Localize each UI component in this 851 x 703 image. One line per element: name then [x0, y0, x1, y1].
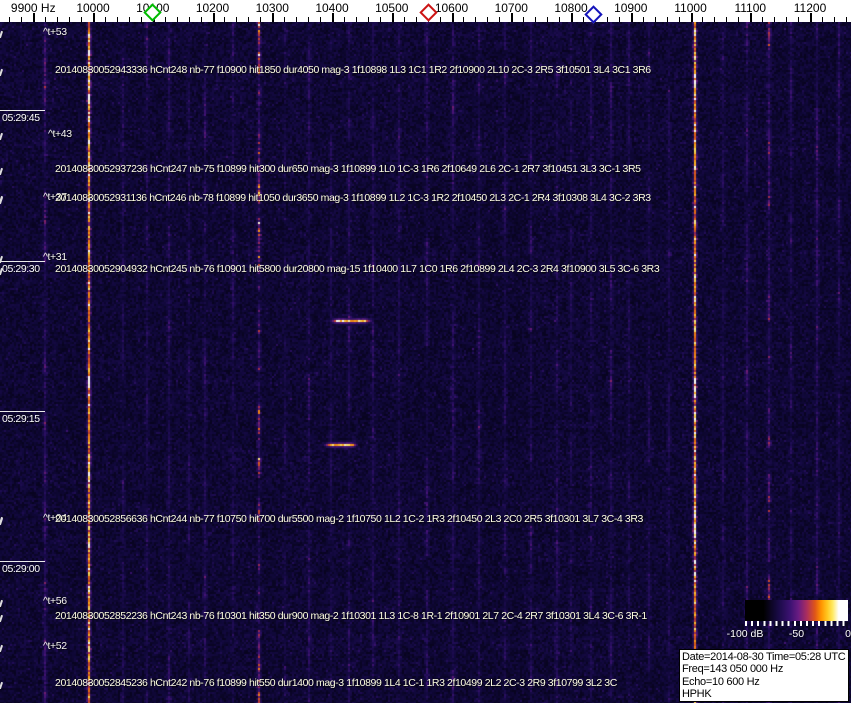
freq-tick: [403, 17, 405, 22]
freq-tick: [666, 17, 668, 22]
freq-tick: [523, 17, 525, 22]
freq-tick: [81, 17, 83, 22]
freq-label: 10900: [614, 1, 648, 15]
info-freq: Freq=143 050 000 Hz: [682, 663, 784, 676]
freq-tick: [355, 17, 357, 22]
freq-tick: [547, 17, 549, 22]
spectrogram-app: 9900 Hz100001010010200103001040010500106…: [0, 0, 851, 703]
info-box: Date=2014-08-30 Time=05:28 UTC Freq=143 …: [679, 649, 849, 702]
freq-tick: [798, 17, 800, 22]
freq-tick: [714, 17, 716, 22]
freq-tick: [415, 17, 417, 22]
freq-label: 11100: [734, 1, 767, 15]
freq-tick: [188, 17, 190, 22]
freq-label: 10600: [434, 1, 469, 15]
freq-tick: [654, 17, 656, 22]
freq-label: 10700: [494, 1, 528, 15]
freq-label: 9900 Hz: [10, 1, 56, 15]
colorbar-labels: -100 dB -50 0: [727, 628, 851, 642]
freq-tick: [475, 17, 477, 22]
freq-tick: [702, 17, 704, 22]
freq-tick: [774, 17, 776, 22]
freq-tick: [642, 17, 644, 22]
freq-tick: [821, 17, 823, 22]
colorbar-gradient: [745, 600, 848, 621]
freq-tick: [559, 17, 561, 22]
freq-tick: [296, 17, 298, 22]
freq-label: 11000: [674, 1, 707, 15]
freq-tick: [678, 17, 680, 22]
freq-tick: [499, 17, 501, 22]
freq-tick: [726, 17, 728, 22]
freq-tick: [21, 17, 23, 22]
freq-tick: [116, 17, 118, 22]
info-echo: Echo=10 600 Hz: [682, 675, 760, 688]
freq-tick: [618, 17, 620, 22]
freq-label: 10500: [375, 1, 409, 15]
freq-tick: [45, 17, 47, 22]
freq-tick: [487, 17, 489, 22]
info-station: HPHK: [682, 688, 712, 701]
freq-tick: [248, 17, 250, 22]
freq-tick: [738, 17, 740, 22]
freq-tick: [140, 17, 142, 22]
freq-tick: [606, 17, 608, 22]
freq-tick: [164, 17, 166, 22]
freq-tick: [379, 17, 381, 22]
freq-tick: [236, 17, 238, 22]
freq-tick: [260, 17, 262, 22]
freq-label: 11200: [793, 1, 827, 15]
colorbar-label: 0: [845, 628, 851, 640]
freq-tick: [128, 17, 130, 22]
freq-tick: [57, 17, 59, 22]
colorbar: -100 dB -50 0: [727, 600, 851, 642]
freq-tick: [200, 17, 202, 22]
freq-tick: [845, 17, 847, 22]
freq-tick: [104, 17, 106, 22]
freq-tick: [69, 17, 71, 22]
freq-label: 10200: [195, 1, 230, 15]
freq-tick: [308, 17, 310, 22]
colorbar-ticks: [745, 621, 848, 626]
freq-label: 10400: [315, 1, 349, 15]
freq-tick: [439, 17, 441, 22]
freq-tick: [833, 17, 835, 22]
freq-tick: [284, 17, 286, 22]
freq-label: 10800: [554, 1, 588, 15]
colorbar-label: -50: [788, 628, 805, 640]
info-date: Date=2014-08-30 Time=05:28 UTC: [682, 651, 846, 663]
freq-tick: [224, 17, 226, 22]
spectrogram-canvas[interactable]: [0, 22, 851, 703]
freq-label: 10000: [76, 1, 110, 15]
colorbar-label: -100 dB: [726, 628, 764, 640]
freq-tick: [9, 17, 11, 22]
freq-tick: [582, 17, 584, 22]
freq-tick: [367, 17, 369, 22]
freq-tick: [343, 17, 345, 22]
freq-tick: [535, 17, 537, 22]
frequency-axis: 9900 Hz100001010010200103001040010500106…: [0, 0, 851, 24]
freq-tick: [762, 17, 764, 22]
freq-tick: [463, 17, 465, 22]
freq-tick: [320, 17, 322, 22]
freq-tick: [176, 17, 178, 22]
freq-tick: [786, 17, 788, 22]
freq-label: 10300: [255, 1, 289, 15]
